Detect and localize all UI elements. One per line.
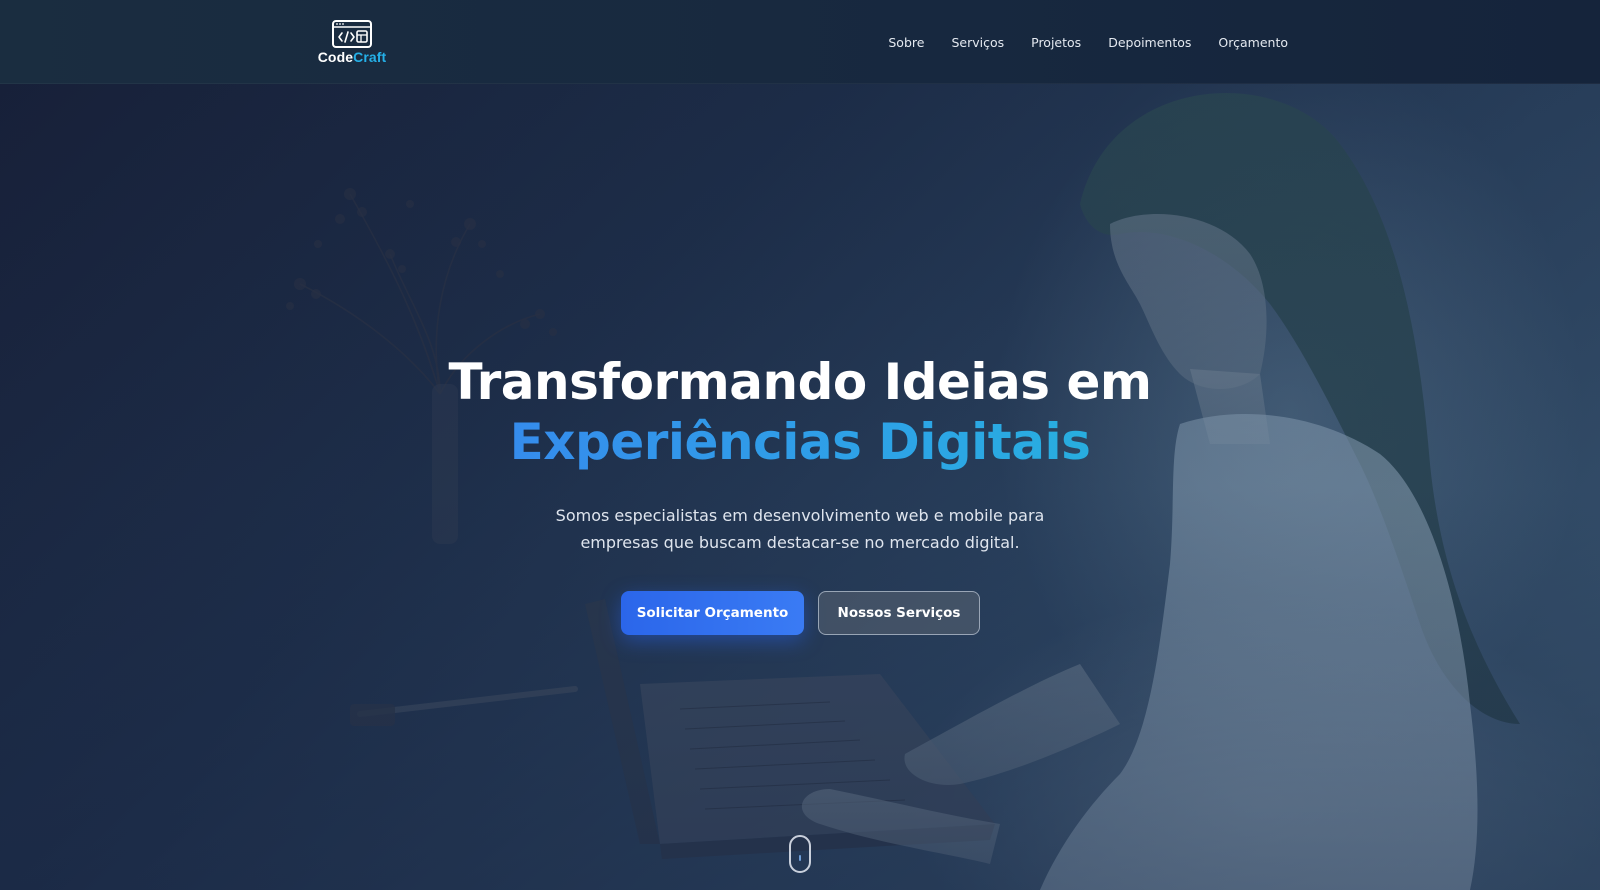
- nav-menu: Sobre Serviços Projetos Depoimentos Orça…: [888, 0, 1288, 84]
- hero-title-line1: Transformando Ideias em: [448, 353, 1152, 411]
- navbar: CodeCraft Sobre Serviços Projetos Depoim…: [0, 0, 1600, 84]
- brand-name-code: Code: [317, 49, 354, 65]
- nav-link-sobre[interactable]: Sobre: [888, 35, 924, 50]
- brand-name-craft: Craft: [353, 49, 387, 65]
- hero-subtitle: Somos especialistas em desenvolvimento w…: [500, 502, 1100, 556]
- hero-subtitle-line1: Somos especialistas em desenvolvimento w…: [555, 506, 1045, 525]
- hero-subtitle-line2: empresas que buscam destacar-se no merca…: [580, 533, 1020, 552]
- our-services-button[interactable]: Nossos Serviços: [818, 591, 980, 635]
- nav-link-servicos[interactable]: Serviços: [951, 35, 1004, 50]
- request-quote-button[interactable]: Solicitar Orçamento: [621, 591, 804, 635]
- brand-name: CodeCraft: [316, 49, 388, 65]
- hero-title-line2-highlight: Experiências Digitais: [300, 412, 1300, 472]
- logo[interactable]: CodeCraft: [316, 19, 388, 67]
- nav-link-orcamento[interactable]: Orçamento: [1218, 35, 1288, 50]
- hero-title: Transformando Ideias em Experiências Dig…: [300, 352, 1300, 472]
- nav-link-projetos[interactable]: Projetos: [1031, 35, 1081, 50]
- landing-page: CodeCraft Sobre Serviços Projetos Depoim…: [0, 0, 1600, 890]
- browser-code-icon: [332, 20, 372, 48]
- hero-overlay: [0, 84, 1600, 890]
- hero-section: Transformando Ideias em Experiências Dig…: [0, 84, 1600, 890]
- mouse-scroll-icon[interactable]: [789, 835, 811, 873]
- nav-link-depoimentos[interactable]: Depoimentos: [1108, 35, 1191, 50]
- scroll-wheel-dot: [799, 855, 801, 861]
